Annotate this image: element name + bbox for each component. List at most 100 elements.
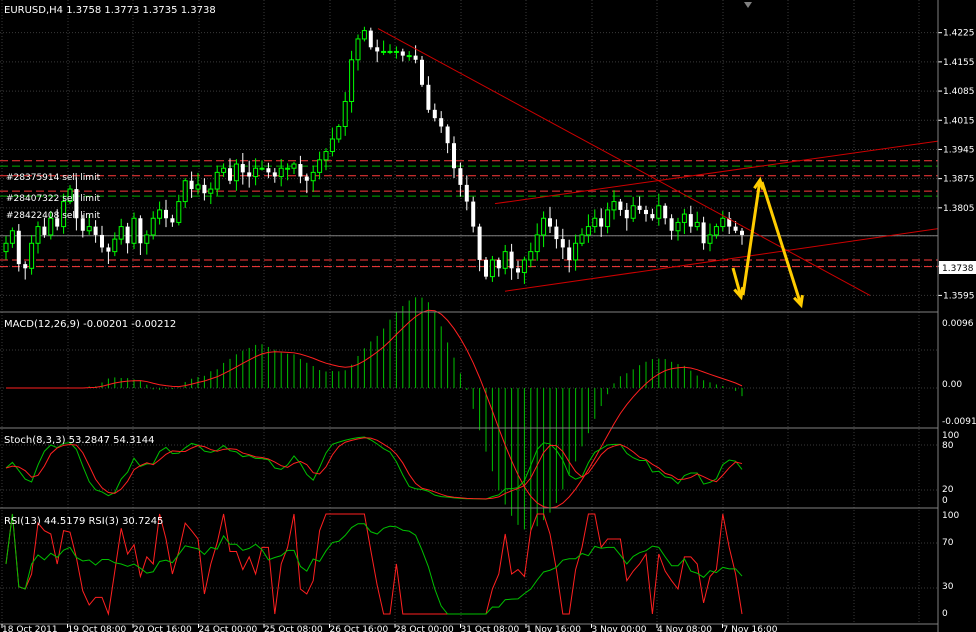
- candle-body-94: [605, 209, 611, 228]
- candle-body-85: [548, 218, 552, 227]
- candle-body-86: [554, 226, 559, 240]
- candle-body-51: [329, 138, 335, 153]
- candle-body-105: [675, 221, 681, 232]
- price-label-1: 1.4155: [943, 58, 975, 68]
- candle-body-109: [701, 222, 706, 244]
- order-label-3[interactable]: #28422408 sell limit: [6, 211, 101, 221]
- candle-body-83: [534, 234, 540, 253]
- candle-body-111: [713, 226, 719, 236]
- stoch-scale-0: 0: [942, 496, 948, 506]
- price-label-6: 1.3805: [943, 204, 975, 214]
- rsi-scale-70: 70: [942, 538, 954, 548]
- candle-body-6: [42, 226, 47, 235]
- candle-body-29: [189, 180, 194, 190]
- candle-body-23: [150, 217, 156, 236]
- candle-body-22: [144, 234, 150, 244]
- candle-body-19: [125, 226, 130, 244]
- candle-body-42: [272, 172, 277, 177]
- candle-body-39: [253, 167, 259, 178]
- time-label-6: 28 Oct 00:00: [395, 625, 454, 632]
- candle-body-16: [106, 247, 111, 252]
- candle-body-87: [560, 239, 565, 248]
- rsi-header: RSI(13) 44.5179 RSI(3) 30.7245: [4, 516, 163, 527]
- time-label-7: 31 Oct 08:00: [461, 625, 520, 632]
- candle-body-32: [208, 188, 214, 194]
- candle-body-3: [23, 264, 28, 269]
- candle-body-77: [496, 259, 501, 269]
- time-label-2: 20 Oct 16:00: [133, 625, 192, 632]
- candle-body-108: [694, 221, 700, 228]
- candle-body-48: [310, 171, 316, 182]
- candle-body-53: [342, 100, 348, 128]
- candle-body-99: [637, 205, 642, 210]
- candle-body-114: [733, 226, 738, 231]
- candle-body-60: [387, 50, 393, 53]
- candle-body-90: [579, 234, 585, 244]
- candle-body-97: [624, 209, 629, 219]
- candle-body-96: [618, 201, 623, 210]
- price-label-5: 1.3875: [943, 175, 975, 185]
- candle-body-100: [644, 209, 648, 215]
- candle-body-66: [426, 84, 431, 110]
- time-label-0: 18 Oct 2011: [2, 625, 58, 632]
- macd-scale-top: 0.0096: [942, 319, 974, 329]
- candle-body-101: [650, 214, 655, 219]
- candle-body-72: [464, 184, 469, 202]
- main-chart-header: EURUSD,H4 1.3758 1.3773 1.3735 1.3738: [4, 5, 216, 16]
- order-label-1[interactable]: #28375914 sell limit: [6, 173, 101, 183]
- candle-body-54: [349, 59, 355, 102]
- candle-body-63: [406, 55, 412, 58]
- rsi-scale-30: 30: [942, 582, 954, 592]
- time-label-5: 26 Oct 16:00: [330, 625, 389, 632]
- candle-body-38: [247, 172, 252, 177]
- candle-body-70: [452, 143, 456, 169]
- candle-body-41: [266, 168, 271, 173]
- candle-body-50: [323, 151, 329, 161]
- candle-body-69: [445, 126, 450, 144]
- candle-body-91: [585, 226, 591, 236]
- trading-terminal-chart: 1.4225 1.4155 1.4085 1.4015 1.3945 1.3875 1.38…: [0, 0, 976, 632]
- candle-body-26: [170, 218, 175, 223]
- time-label-4: 25 Oct 08:00: [264, 625, 323, 632]
- time-label-9: 3 Nov 00:00: [592, 625, 647, 632]
- candle-body-88: [567, 247, 572, 260]
- candle-body-95: [611, 201, 617, 211]
- candle-body-28: [182, 180, 188, 203]
- candle-body-18: [118, 226, 124, 240]
- candle-body-112: [720, 217, 726, 228]
- candle-body-24: [157, 209, 163, 219]
- candle-body-64: [413, 55, 418, 60]
- candle-body-0: [3, 242, 9, 253]
- candle-body-13: [86, 226, 92, 232]
- candle-body-14: [93, 226, 98, 235]
- candle-body-80: [516, 268, 520, 273]
- candle-body-78: [502, 251, 508, 269]
- candle-body-59: [381, 50, 387, 53]
- candle-body-36: [233, 163, 239, 182]
- candle-body-84: [541, 217, 547, 236]
- candle-body-79: [509, 251, 514, 269]
- candle-body-103: [663, 205, 668, 219]
- candle-body-81: [521, 259, 527, 273]
- candle-body-49: [317, 159, 323, 173]
- macd-scale-zero: 0.00: [942, 380, 962, 390]
- time-label-8: 1 Nov 16:00: [526, 625, 581, 632]
- candle-body-106: [681, 213, 687, 223]
- time-label-10: 4 Nov 08:00: [657, 625, 712, 632]
- stoch-header: Stoch(8,3,3) 53.2847 54.3144: [4, 435, 155, 446]
- candle-body-2: [16, 230, 21, 265]
- order-label-2[interactable]: #28407322 sell limit: [6, 194, 101, 204]
- candle-body-4: [29, 242, 35, 269]
- candle-body-74: [477, 226, 482, 260]
- candle-body-56: [361, 30, 367, 40]
- candle-body-93: [599, 218, 604, 227]
- stoch-scale-80: 80: [942, 441, 954, 451]
- candle-body-58: [375, 47, 380, 52]
- candle-body-67: [432, 109, 437, 119]
- candle-body-40: [259, 167, 265, 170]
- candle-body-43: [278, 167, 284, 178]
- candle-body-107: [688, 214, 693, 227]
- chart-canvas[interactable]: 1.4225 1.4155 1.4085 1.4015 1.3945 1.3875 1.38…: [0, 0, 976, 632]
- candle-body-20: [131, 217, 137, 244]
- candle-body-98: [630, 205, 636, 219]
